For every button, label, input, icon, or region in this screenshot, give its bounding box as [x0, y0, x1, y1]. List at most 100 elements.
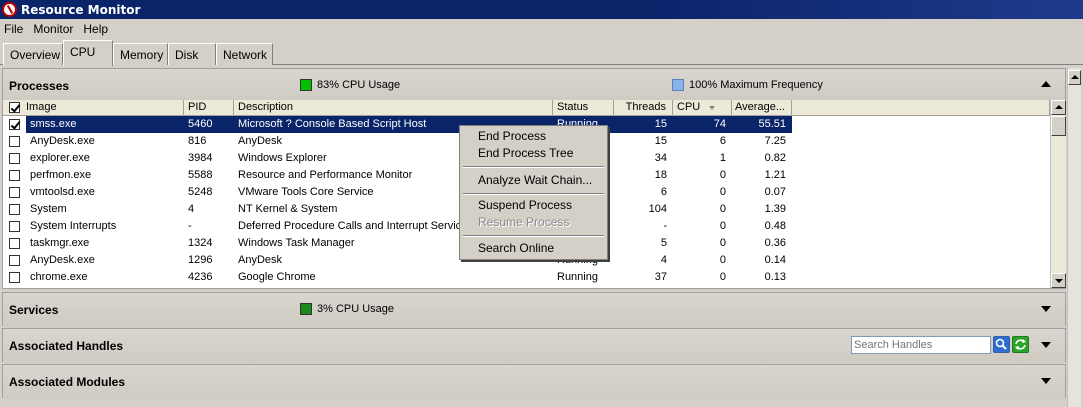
col-description[interactable]: Description: [234, 100, 553, 115]
col-filler: [792, 100, 1050, 115]
cell-image: perfmon.exe: [30, 169, 92, 181]
services-title: Services: [9, 303, 59, 317]
cell-image: explorer.exe: [30, 152, 90, 164]
row-checkbox[interactable]: [9, 136, 20, 147]
cell-cpu: 0: [719, 220, 726, 232]
row-checkbox[interactable]: [9, 170, 20, 181]
menu-file[interactable]: File: [4, 22, 23, 36]
handles-header[interactable]: Associated Handles: [3, 329, 1065, 363]
cell-filler: [792, 184, 1050, 201]
processes-header[interactable]: Processes 83% CPU Usage 100% Maximum Fre…: [3, 69, 1065, 103]
menu-monitor[interactable]: Monitor: [33, 22, 73, 36]
menu-help[interactable]: Help: [83, 22, 108, 36]
menu-separator: [463, 235, 604, 237]
cell-threads: 4: [660, 254, 667, 266]
select-all-checkbox[interactable]: [9, 102, 20, 113]
table-row[interactable]: chrome.exe 4236 Google Chrome Running 37 0 0.1…: [3, 269, 1050, 286]
collapse-up-icon[interactable]: [1041, 81, 1051, 87]
row-checkbox[interactable]: [9, 272, 20, 283]
services-panel[interactable]: Services 3% CPU Usage: [2, 292, 1066, 327]
search-icon[interactable]: [993, 336, 1010, 353]
handles-panel[interactable]: Associated Handles: [2, 328, 1066, 363]
main-scroll-up-button[interactable]: [1068, 70, 1081, 85]
cell-cpu: 1: [719, 152, 726, 164]
col-pid[interactable]: PID: [184, 100, 234, 115]
sort-descending-icon: [709, 106, 715, 110]
tab-cpu[interactable]: CPU: [63, 40, 113, 66]
row-checkbox[interactable]: [9, 187, 20, 198]
cell-image: chrome.exe: [30, 271, 88, 283]
services-cpu-legend: 3% CPU Usage: [300, 303, 394, 315]
col-status[interactable]: Status: [553, 100, 614, 115]
menu-search-online[interactable]: Search Online: [478, 240, 554, 257]
process-table-scrollbar[interactable]: [1050, 100, 1066, 288]
modules-header[interactable]: Associated Modules: [3, 365, 1065, 399]
main-scrollbar[interactable]: [1067, 68, 1081, 407]
tab-memory[interactable]: Memory: [113, 43, 168, 65]
expand-down-icon[interactable]: [1041, 378, 1051, 384]
cell-threads: -: [663, 220, 667, 232]
cell-average: 0.36: [764, 237, 786, 249]
modules-title: Associated Modules: [9, 375, 126, 389]
col-cpu[interactable]: CPU: [673, 100, 732, 115]
refresh-icon[interactable]: [1012, 336, 1029, 353]
row-image-cell: taskmgr.exe: [3, 235, 184, 252]
col-average[interactable]: Average...: [732, 100, 792, 115]
scroll-down-button[interactable]: [1051, 273, 1066, 288]
cell-status: Running: [557, 271, 598, 283]
menu-analyze-wait-chain[interactable]: Analyze Wait Chain...: [478, 172, 592, 189]
row-checkbox[interactable]: [9, 119, 20, 130]
expand-down-icon[interactable]: [1041, 342, 1051, 348]
cell-filler: [792, 167, 1050, 184]
cell-pid: 5588: [188, 169, 213, 181]
cell-filler: [792, 201, 1050, 218]
cell-pid: 5460: [184, 116, 234, 133]
cell-image: AnyDesk.exe: [30, 254, 95, 266]
row-checkbox[interactable]: [9, 255, 20, 266]
scroll-up-button[interactable]: [1051, 100, 1066, 115]
cell-image: System Interrupts: [30, 220, 117, 232]
cell-threads: 15: [614, 116, 673, 133]
row-checkbox[interactable]: [9, 238, 20, 249]
cell-image: smss.exe: [26, 116, 184, 133]
cell-cpu: 6: [719, 135, 726, 147]
col-image[interactable]: Image: [3, 100, 184, 115]
col-image-label: Image: [26, 101, 57, 113]
cell-cpu: 0: [719, 169, 726, 181]
row-image-cell: explorer.exe: [3, 150, 184, 167]
row-checkbox[interactable]: [9, 204, 20, 215]
tab-overview[interactable]: Overview: [3, 43, 63, 65]
cell-pid: 816: [188, 135, 207, 147]
services-header[interactable]: Services 3% CPU Usage: [3, 293, 1065, 327]
process-context-menu: End Process End Process Tree Analyze Wai…: [459, 125, 608, 260]
col-threads[interactable]: Threads: [614, 100, 673, 115]
cell-threads: 5: [660, 237, 667, 249]
cell-threads: 18: [654, 169, 667, 181]
menu-resume-process: Resume Process: [478, 215, 570, 229]
modules-panel[interactable]: Associated Modules: [2, 364, 1066, 399]
row-checkbox[interactable]: [9, 153, 20, 164]
menu-end-process-tree[interactable]: End Process Tree: [478, 145, 573, 162]
menu-separator: [463, 193, 604, 195]
cpu-usage-legend: 83% CPU Usage: [300, 79, 400, 91]
scroll-thumb[interactable]: [1051, 116, 1066, 136]
cell-cpu: 0: [719, 203, 726, 215]
row-checkbox[interactable]: [9, 221, 20, 232]
menu-end-process[interactable]: End Process: [478, 128, 546, 145]
cpu-usage-text: 83% CPU Usage: [317, 79, 401, 91]
processes-title: Processes: [9, 79, 70, 93]
title-bar: Resource Monitor: [0, 0, 1083, 19]
tab-disk[interactable]: Disk: [168, 43, 216, 65]
search-handles-input[interactable]: [851, 336, 991, 354]
row-image-cell: vmtoolsd.exe: [3, 184, 184, 201]
menu-suspend-process[interactable]: Suspend Process: [478, 197, 572, 214]
tab-network[interactable]: Network: [216, 43, 273, 65]
cell-filler: [792, 252, 1050, 269]
cell-image: taskmgr.exe: [30, 237, 90, 249]
expand-down-icon[interactable]: [1041, 306, 1051, 312]
row-image-cell: System: [3, 201, 184, 218]
cell-filler: [792, 116, 1050, 133]
row-image-cell: System Interrupts: [3, 218, 184, 235]
cell-filler: [792, 218, 1050, 235]
row-image-cell: smss.exe: [3, 116, 184, 133]
